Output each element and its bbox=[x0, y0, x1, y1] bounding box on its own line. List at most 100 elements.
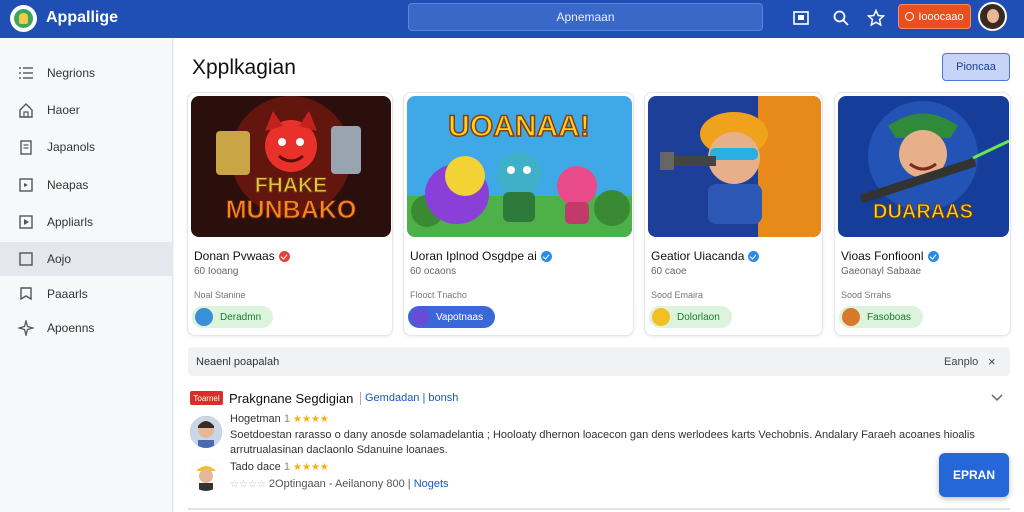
sidebar: Negrions Haoer Japanols Neapas Appliarls… bbox=[0, 38, 173, 512]
reviewer-avatar[interactable] bbox=[190, 459, 222, 491]
divider bbox=[360, 392, 361, 405]
character-icon bbox=[842, 308, 860, 326]
sidebar-item-japanols[interactable]: Japanols bbox=[0, 130, 173, 164]
app-meta: Sood Srrahs bbox=[841, 290, 892, 300]
home-icon bbox=[18, 102, 34, 118]
game-artwork: UOANAA! bbox=[407, 96, 632, 237]
app-meta: Noal Stanine bbox=[194, 290, 246, 300]
sidebar-item-appliarls[interactable]: Appliarls bbox=[0, 205, 173, 239]
clipboard-icon bbox=[18, 139, 34, 155]
sidebar-item-label: Appliarls bbox=[47, 215, 94, 229]
app-meta: Flooct Tnacho bbox=[410, 290, 467, 300]
user-avatar[interactable] bbox=[978, 2, 1007, 31]
review-footer: ☆☆☆☆ 2Optingaan - Aeilanony 800 | Nogets bbox=[230, 478, 449, 490]
star-rating: ★★★★ bbox=[293, 414, 329, 425]
sparkle-icon bbox=[16, 318, 36, 338]
sidebar-item-apoenns[interactable]: Apoenns bbox=[0, 311, 173, 345]
app-name-text: Geatior Uiacanda bbox=[651, 249, 745, 263]
review-section: Toarnel Prakgnane Segdigian Gemdadan | b… bbox=[188, 380, 1010, 508]
app-card[interactable]: FHAKE MUNBAKO Donan Pvwaas 60 Iooang Noa… bbox=[187, 92, 393, 336]
sidebar-item-paaarls[interactable]: Paaarls bbox=[0, 277, 173, 311]
app-card[interactable]: UOANAA! Uoran Iplnod Osgdpe ai 60 ocaons… bbox=[403, 92, 634, 336]
verified-badge-icon bbox=[278, 250, 290, 262]
game-artwork: DUARAAS bbox=[838, 96, 1009, 237]
circle-icon bbox=[905, 12, 915, 21]
sidebar-item-label: Apoenns bbox=[47, 321, 95, 335]
art-title-2: MUNBAKO bbox=[226, 196, 357, 224]
page-title: Xpplkagian bbox=[192, 56, 296, 79]
sidebar-item-haoer[interactable]: Haoer bbox=[0, 93, 173, 127]
top-bar: Appallige Apnemaan Iooocaao bbox=[0, 0, 1024, 38]
app-subtitle: 60 Iooang bbox=[194, 266, 239, 277]
app-tag-pill[interactable]: Fasoboas bbox=[839, 306, 923, 328]
sidebar-item-label: Neapas bbox=[47, 178, 89, 192]
app-tag-pill[interactable]: Deradmn bbox=[192, 306, 274, 328]
window-icon[interactable] bbox=[792, 9, 810, 27]
pill-label: Dolorlaon bbox=[677, 311, 720, 323]
verified-badge-icon bbox=[748, 250, 760, 262]
primary-button[interactable]: Pioncaa bbox=[942, 53, 1010, 81]
game-artwork bbox=[648, 96, 821, 237]
search-input[interactable]: Apnemaan bbox=[408, 3, 763, 31]
pill-label: Fasoboas bbox=[867, 311, 911, 323]
app-card[interactable]: DUARAAS Vioas Fonfioonl Gaeonayl Sabaae … bbox=[834, 92, 1011, 336]
globe-icon bbox=[195, 308, 213, 326]
review-footer-separator: | bbox=[407, 478, 411, 490]
square-icon bbox=[18, 177, 34, 193]
star-icon[interactable] bbox=[866, 8, 886, 27]
app-name: Geatior Uiacanda bbox=[651, 249, 760, 263]
reviewer-name: Tado dace 1 ★★★★ bbox=[230, 461, 329, 473]
reviewer-name: Hogetman 1 ★★★★ bbox=[230, 413, 329, 425]
sidebar-item-label: Japanols bbox=[47, 140, 96, 154]
sidebar-item-label: Paaarls bbox=[47, 287, 88, 301]
character-icon bbox=[411, 308, 429, 326]
review-footer-text: 2Optingaan - Aeilanony 800 bbox=[268, 478, 405, 490]
notice-text: Neaenl poapalah bbox=[196, 355, 280, 368]
reviewer-avatar[interactable] bbox=[190, 416, 222, 448]
app-tag-pill[interactable]: Vapotnaas bbox=[408, 306, 496, 328]
pill-label: Deradmn bbox=[220, 311, 262, 323]
app-subtitle: 60 ocaons bbox=[410, 266, 457, 277]
chevron-down-icon[interactable] bbox=[990, 390, 1004, 404]
app-title: Appallige bbox=[46, 9, 119, 26]
review-body: Soetdoestan rarasso o dany anosde solama… bbox=[230, 429, 975, 456]
top-action-label: Iooocaao bbox=[918, 10, 964, 23]
sidebar-item-label: Haoer bbox=[47, 103, 80, 117]
review-link[interactable]: Gemdadan | bonsh bbox=[365, 392, 458, 404]
sidebar-item-label: Aojo bbox=[47, 252, 72, 266]
verified-badge-icon bbox=[540, 250, 552, 262]
app-subtitle: 60 caoe bbox=[651, 266, 687, 277]
empty-star-rating[interactable]: ☆☆☆☆ bbox=[230, 479, 266, 490]
search-icon[interactable] bbox=[832, 9, 850, 27]
app-name: Vioas Fonfioonl bbox=[841, 249, 939, 263]
reviewer-name-text: Hogetman bbox=[230, 413, 281, 425]
sidebar-item-label: Negrions bbox=[47, 66, 96, 80]
floating-action-button[interactable]: EPRAN bbox=[939, 453, 1009, 497]
close-icon[interactable]: × bbox=[988, 354, 996, 369]
app-name-text: Uoran Iplnod Osgdpe ai bbox=[410, 249, 537, 263]
sidebar-item-negrions[interactable]: Negrions bbox=[0, 56, 173, 90]
app-name: Donan Pvwaas bbox=[194, 249, 290, 263]
review-title: Prakgnane Segdigian bbox=[229, 391, 354, 406]
verified-badge-icon bbox=[927, 250, 939, 262]
app-name-text: Donan Pvwaas bbox=[194, 249, 275, 263]
star-rating: ★★★★ bbox=[293, 462, 329, 473]
square-icon bbox=[18, 251, 34, 267]
top-action-button[interactable]: Iooocaao bbox=[898, 4, 971, 29]
app-tag-pill[interactable]: Dolorlaon bbox=[649, 306, 732, 328]
app-name-text: Vioas Fonfioonl bbox=[841, 249, 924, 263]
reviewer-name-text: Tado dace bbox=[230, 461, 281, 473]
sidebar-item-aojo[interactable]: Aojo bbox=[0, 242, 173, 276]
app-logo-icon[interactable] bbox=[10, 5, 37, 32]
sidebar-item-neapas[interactable]: Neapas bbox=[0, 168, 173, 202]
character-icon bbox=[652, 308, 670, 326]
app-card[interactable]: Geatior Uiacanda 60 caoe Sood Emaira Dol… bbox=[644, 92, 823, 336]
play-square-icon bbox=[18, 214, 34, 230]
art-title-1: DUARAAS bbox=[873, 201, 973, 223]
reviewer-badge: 1 bbox=[283, 461, 290, 473]
pill-label: Vapotnaas bbox=[436, 311, 484, 323]
notice-link[interactable]: Eanplo bbox=[944, 356, 978, 368]
app-subtitle: Gaeonayl Sabaae bbox=[841, 266, 922, 277]
review-footer-link[interactable]: Nogets bbox=[414, 478, 449, 490]
app-name: Uoran Iplnod Osgdpe ai bbox=[410, 249, 552, 263]
